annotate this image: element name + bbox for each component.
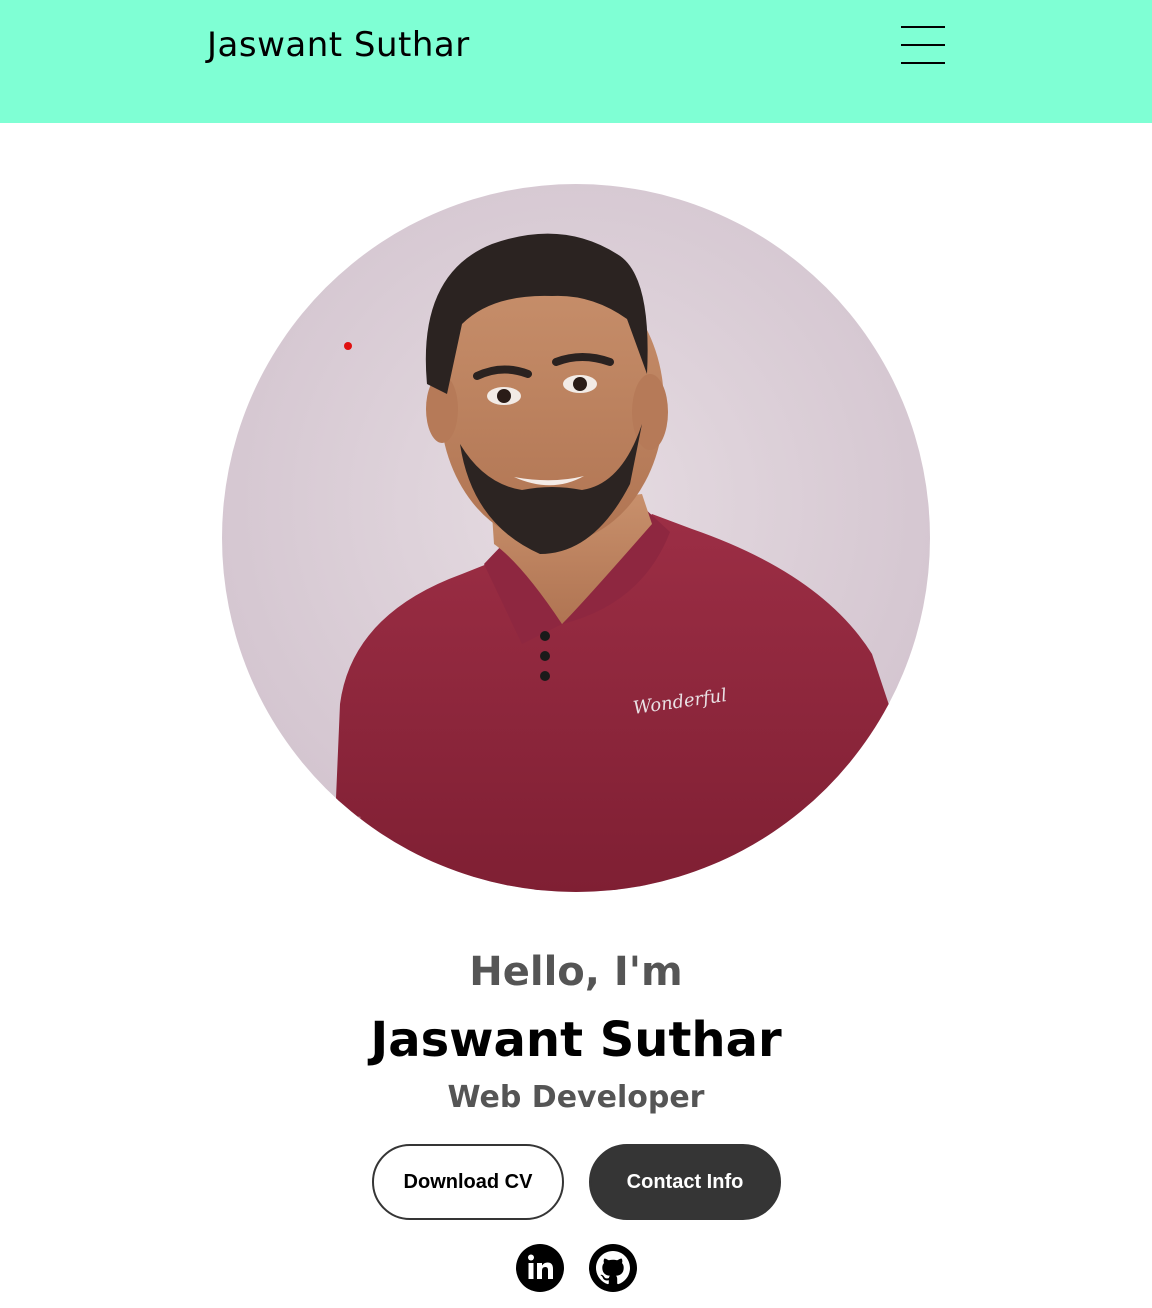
download-cv-button[interactable]: Download CV [372, 1144, 564, 1220]
hamburger-line [901, 62, 945, 64]
profile-picture: Wonderful fotor [222, 184, 930, 892]
linkedin-icon[interactable] [515, 1243, 565, 1293]
contact-info-button[interactable]: Contact Info [589, 1144, 781, 1220]
hero-name: Jaswant Suthar [370, 1012, 782, 1068]
hamburger-menu-icon[interactable] [899, 26, 947, 66]
site-logo[interactable]: Jaswant Suthar [207, 22, 470, 68]
hero-title: Web Developer [447, 1080, 705, 1115]
navbar: Jaswant Suthar [0, 0, 1152, 123]
greeting-text: Hello, I'm [469, 949, 683, 995]
watermark-text: fotor [270, 803, 361, 847]
hamburger-line [901, 26, 945, 28]
hamburger-line [901, 44, 945, 46]
github-icon[interactable] [588, 1243, 638, 1293]
